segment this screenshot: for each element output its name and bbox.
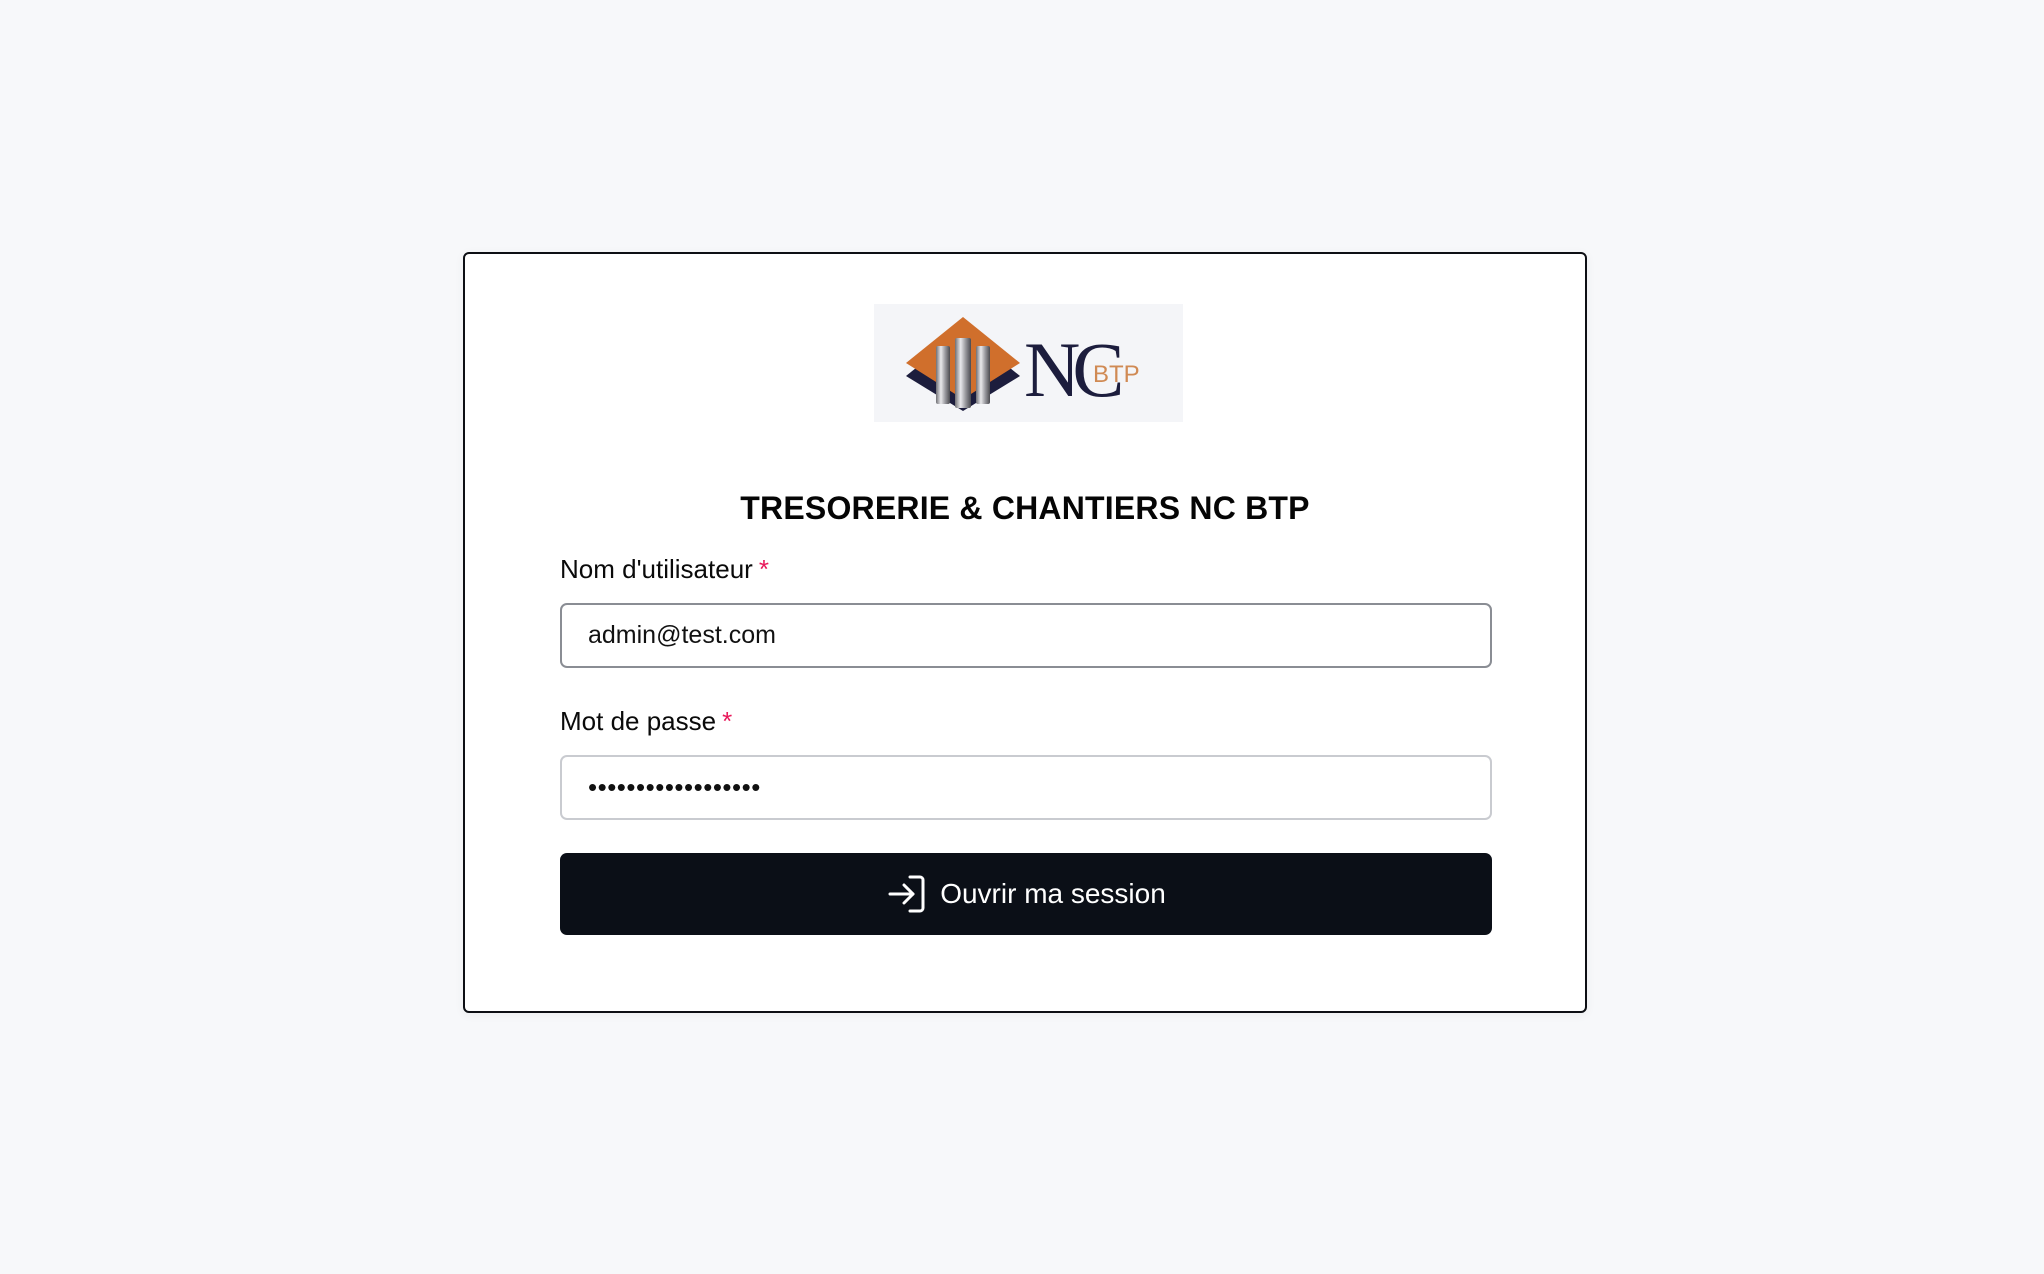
login-card: NC BTP TRESORERIE & CHANTIERS NC BTP Nom… (463, 252, 1587, 1013)
login-button-label: Ouvrir ma session (940, 878, 1166, 909)
password-label: Mot de passe * (560, 706, 732, 737)
required-asterisk: * (722, 706, 733, 736)
page-title: TRESORERIE & CHANTIERS NC BTP (740, 490, 1310, 526)
password-input[interactable] (560, 755, 1492, 820)
login-button[interactable]: Ouvrir ma session (560, 853, 1492, 935)
username-input[interactable] (560, 603, 1492, 668)
company-logo: NC BTP (874, 304, 1183, 422)
username-label: Nom d'utilisateur * (560, 554, 769, 585)
required-asterisk: * (758, 554, 769, 584)
password-label-text: Mot de passe (560, 706, 717, 736)
login-arrow-icon (886, 873, 928, 915)
username-label-text: Nom d'utilisateur (560, 554, 753, 584)
svg-text:BTP: BTP (1093, 361, 1140, 388)
